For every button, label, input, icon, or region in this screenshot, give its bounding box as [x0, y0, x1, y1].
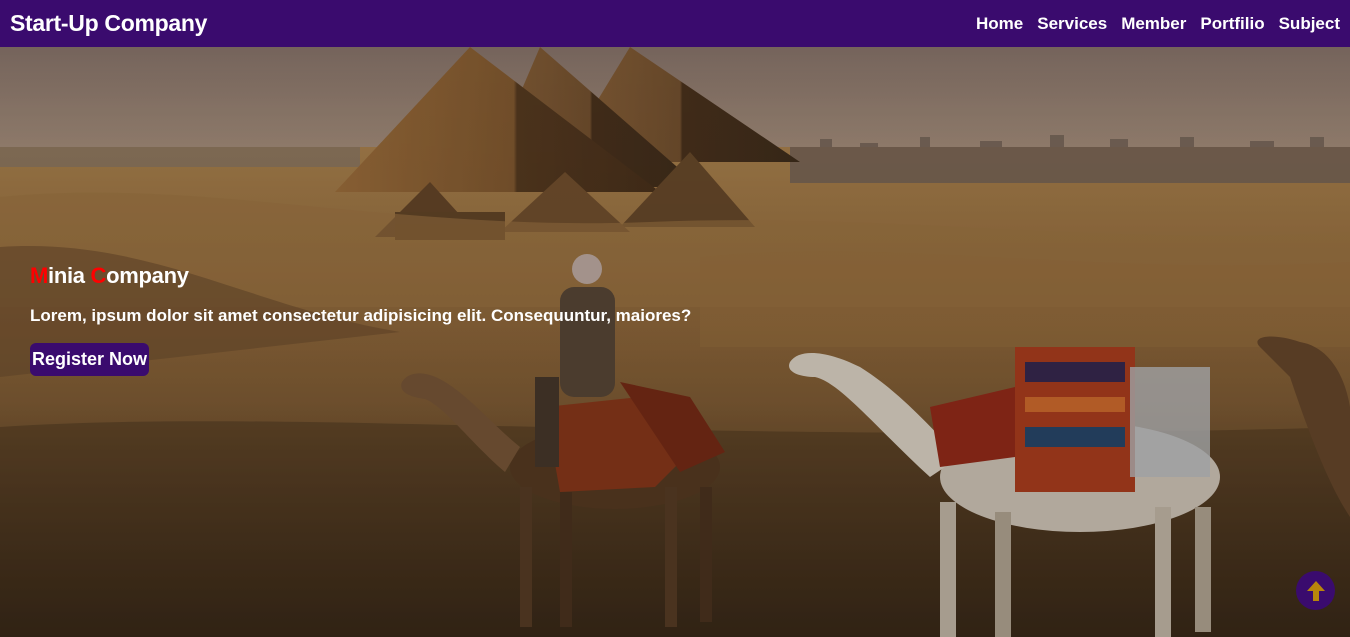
hero-title-initial-c: C	[90, 263, 107, 288]
hero-title-word-1: inia	[48, 263, 91, 288]
navbar: Start-Up Company Home Services Member Po…	[0, 0, 1350, 47]
nav-link-services[interactable]: Services	[1037, 14, 1107, 34]
hero-content: Minia Company Lorem, ipsum dolor sit ame…	[30, 263, 691, 376]
brand-logo[interactable]: Start-Up Company	[10, 10, 207, 37]
hero-title-initial-m: M	[30, 263, 49, 288]
hero-description: Lorem, ipsum dolor sit amet consectetur …	[30, 306, 692, 325]
nav-link-home[interactable]: Home	[976, 14, 1023, 34]
nav-link-subject[interactable]: Subject	[1279, 14, 1340, 34]
nav-link-member[interactable]: Member	[1121, 14, 1186, 34]
nav-link-portfolio[interactable]: Portfilio	[1200, 14, 1264, 34]
page: Start-Up Company Home Services Member Po…	[0, 0, 1350, 637]
arrow-up-icon	[1306, 580, 1325, 601]
register-now-button[interactable]: Register Now	[30, 343, 150, 376]
hero-title: Minia Company	[30, 263, 691, 289]
hero-title-word-2: ompany	[106, 263, 189, 288]
nav-menu: Home Services Member Portfilio Subject	[976, 14, 1340, 34]
scroll-to-top-button[interactable]	[1296, 571, 1335, 610]
